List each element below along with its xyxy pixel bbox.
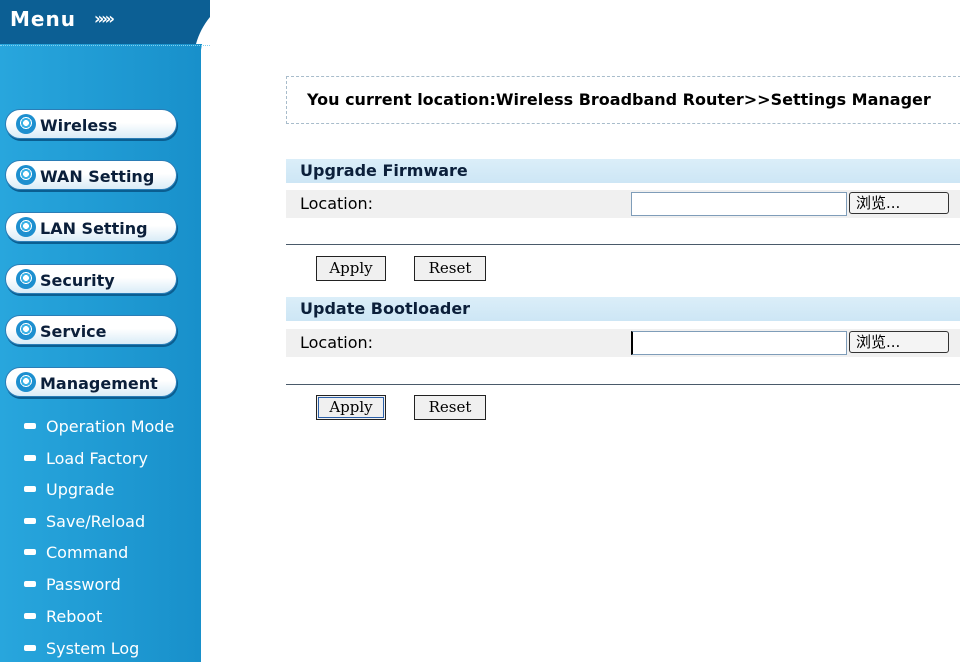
nav-wan-setting-button[interactable]: WAN Setting (5, 160, 177, 190)
subnav-label: Operation Mode (46, 417, 175, 436)
divider (286, 384, 960, 385)
menu-title: Menu (10, 7, 76, 31)
bullet-icon (24, 517, 36, 524)
location-breadcrumb: You current location:Wireless Broadband … (307, 90, 931, 109)
menu-divider (0, 45, 210, 46)
bullet-ring-icon (16, 269, 36, 289)
subnav-label: System Log (46, 639, 140, 658)
bullet-icon (24, 454, 36, 461)
bootloader-location-label: Location: (300, 333, 374, 352)
nav-label: LAN Setting (40, 219, 148, 238)
bullet-ring-icon (16, 372, 36, 392)
firmware-location-row: Location: 浏览... (286, 190, 960, 218)
bootloader-file-input[interactable] (631, 331, 847, 355)
subnav-label: Password (46, 575, 121, 594)
menu-arrows-icon: ››››› (94, 9, 115, 28)
subnav-save-reload[interactable]: Save/Reload (24, 510, 145, 534)
sidebar: Menu ››››› Wireless WAN Setting LAN Sett… (0, 0, 210, 662)
divider (286, 244, 960, 245)
bootloader-browse-button[interactable]: 浏览... (849, 331, 949, 353)
nav-label: Wireless (40, 116, 118, 135)
bullet-ring-icon (16, 217, 36, 237)
nav-lan-setting-button[interactable]: LAN Setting (5, 212, 177, 242)
bootloader-apply-button[interactable]: Apply (316, 395, 386, 420)
firmware-file-input[interactable] (631, 192, 847, 216)
firmware-location-label: Location: (300, 194, 374, 213)
subnav-load-factory[interactable]: Load Factory (24, 447, 148, 471)
bullet-icon (24, 548, 36, 555)
subnav-upgrade[interactable]: Upgrade (24, 478, 114, 502)
firmware-reset-button[interactable]: Reset (414, 256, 486, 281)
nav-security-button[interactable]: Security (5, 264, 177, 294)
firmware-browse-button[interactable]: 浏览... (849, 192, 949, 214)
bullet-icon (24, 422, 36, 429)
subnav-label: Reboot (46, 607, 103, 626)
nav-management-button[interactable]: Management (5, 367, 177, 397)
bullet-icon (24, 612, 36, 619)
nav-label: Management (40, 374, 158, 393)
bullet-ring-icon (16, 320, 36, 340)
bullet-icon (24, 644, 36, 651)
bootloader-reset-button[interactable]: Reset (414, 395, 486, 420)
nav-label: Security (40, 271, 115, 290)
firmware-apply-button[interactable]: Apply (316, 256, 386, 281)
subnav-reboot[interactable]: Reboot (24, 605, 102, 629)
subnav-label: Upgrade (46, 480, 115, 499)
nav-wireless-button[interactable]: Wireless (5, 109, 177, 139)
bootloader-section-title: Update Bootloader (286, 297, 960, 321)
nav-label: WAN Setting (40, 167, 155, 186)
firmware-section-title: Upgrade Firmware (286, 159, 960, 183)
bullet-icon (24, 580, 36, 587)
subnav-label: Load Factory (46, 449, 148, 468)
subnav-label: Command (46, 543, 129, 562)
bullet-icon (24, 485, 36, 492)
nav-service-button[interactable]: Service (5, 315, 177, 345)
bullet-ring-icon (16, 114, 36, 134)
bullet-ring-icon (16, 165, 36, 185)
subnav-command[interactable]: Command (24, 541, 128, 565)
location-bar: You current location:Wireless Broadband … (286, 76, 960, 124)
subnav-password[interactable]: Password (24, 573, 121, 597)
bootloader-location-row: Location: 浏览... (286, 329, 960, 357)
nav-label: Service (40, 322, 107, 341)
subnav-system-log[interactable]: System Log (24, 637, 139, 661)
subnav-label: Save/Reload (46, 512, 146, 531)
subnav-operation-mode[interactable]: Operation Mode (24, 415, 174, 439)
